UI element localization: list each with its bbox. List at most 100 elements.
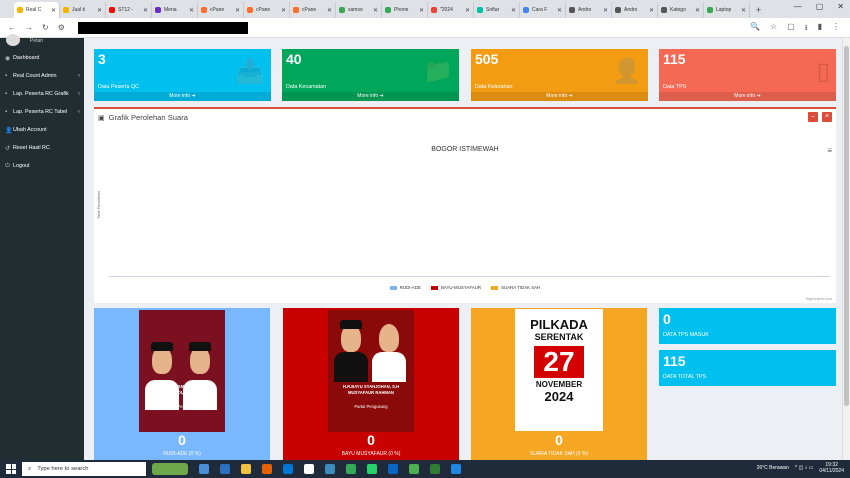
- taskbar-app-icon[interactable]: [199, 464, 209, 474]
- minimize-button[interactable]: —: [794, 2, 802, 11]
- legend-item[interactable]: RUDI-ADE: [389, 285, 421, 290]
- tab-close-icon[interactable]: ✕: [741, 7, 746, 14]
- tab-close-icon[interactable]: ✕: [281, 7, 286, 14]
- more-info-link[interactable]: More info ➔: [471, 92, 648, 101]
- legend-item[interactable]: BAYU-MUSYAFAUR: [430, 285, 481, 290]
- stat-box: 3 Data Peserta QC 📥 More info ➔: [94, 49, 271, 101]
- tab-close-icon[interactable]: ✕: [465, 7, 470, 14]
- taskbar-app-icon[interactable]: [409, 464, 419, 474]
- tab-close-icon[interactable]: ✕: [695, 7, 700, 14]
- collapse-button[interactable]: –: [808, 112, 818, 122]
- chart-menu-icon[interactable]: ≡: [827, 146, 832, 155]
- tab-close-icon[interactable]: ✕: [511, 7, 516, 14]
- taskbar-app-icon[interactable]: [388, 464, 398, 474]
- url-field-redacted[interactable]: [77, 21, 248, 34]
- browser-tab[interactable]: Mena ✕: [152, 2, 198, 18]
- tab-close-icon[interactable]: ✕: [97, 7, 102, 14]
- taskbar-app-icon[interactable]: [262, 464, 272, 474]
- toolbar-icon[interactable]: ⭳: [805, 22, 808, 36]
- tab-close-icon[interactable]: ✕: [603, 7, 608, 14]
- windows-start-icon[interactable]: [6, 464, 16, 474]
- scrollbar-thumb[interactable]: [844, 46, 849, 406]
- tray-icons[interactable]: ^ ◫ ♪ ▭: [795, 465, 813, 471]
- site-info-icon[interactable]: ⚙: [58, 23, 65, 32]
- remove-button[interactable]: ×: [822, 112, 832, 122]
- browser-tab[interactable]: Real C ✕: [14, 2, 60, 18]
- tab-close-icon[interactable]: ✕: [51, 7, 56, 14]
- tab-label: Phone: [394, 7, 409, 13]
- taskbar-app-icon[interactable]: [241, 464, 251, 474]
- maximize-button[interactable]: ▢: [816, 2, 824, 11]
- more-info-link[interactable]: More info ➔: [282, 92, 459, 101]
- sidebar-item[interactable]: ↺ Reset Hasil RC: [0, 139, 84, 157]
- tab-close-icon[interactable]: ✕: [419, 7, 424, 14]
- chevron-left-icon: ‹: [78, 73, 80, 79]
- taskbar-app-icon[interactable]: [304, 464, 314, 474]
- more-info-link[interactable]: More info ➔: [659, 92, 836, 101]
- tab-close-icon[interactable]: ✕: [189, 7, 194, 14]
- weather-text[interactable]: 26°C Berawan: [757, 465, 789, 471]
- sidebar-item-icon: ↺: [5, 145, 11, 152]
- tab-favicon-icon: [477, 7, 483, 13]
- toolbar-icon[interactable]: 🔍: [750, 22, 760, 36]
- search-highlight-image[interactable]: [152, 463, 188, 475]
- back-icon[interactable]: ←: [8, 23, 16, 32]
- browser-tab[interactable]: Andro ✕: [612, 2, 658, 18]
- taskbar-search-input[interactable]: ⌕ Type here to search: [22, 462, 146, 476]
- browser-tab[interactable]: Phone ✕: [382, 2, 428, 18]
- candidate-name: RUDI-ADE (0 %): [163, 451, 201, 457]
- new-tab-button[interactable]: +: [756, 5, 761, 15]
- tab-close-icon[interactable]: ✕: [327, 7, 332, 14]
- legend-item[interactable]: SUARA TIDAK SAH: [491, 285, 540, 290]
- legend-swatch: [491, 285, 499, 290]
- toolbar-icon[interactable]: ▢: [787, 22, 795, 36]
- taskbar-app-icon[interactable]: [367, 464, 377, 474]
- chart-icon: ▣: [98, 115, 105, 122]
- sidebar-item[interactable]: ⏻ Logout: [0, 157, 84, 175]
- toolbar-icon[interactable]: ☆: [770, 22, 777, 36]
- taskbar: ⌕ Type here to search: [0, 460, 850, 478]
- reload-icon[interactable]: ↻: [42, 23, 49, 32]
- toolbar-icon[interactable]: ▮: [818, 22, 822, 36]
- tab-close-icon[interactable]: ✕: [143, 7, 148, 14]
- browser-tab[interactable]: Laptop ✕: [704, 2, 750, 18]
- taskbar-app-icon[interactable]: [325, 464, 335, 474]
- browser-tab[interactable]: samso ✕: [336, 2, 382, 18]
- tab-close-icon[interactable]: ✕: [373, 7, 378, 14]
- taskbar-app-icon[interactable]: [220, 464, 230, 474]
- poster-name-line2: H. ADE RUHANDI, S.E (JARO ADE): [147, 390, 217, 395]
- forward-icon[interactable]: →: [25, 23, 33, 32]
- clock[interactable]: 19:32 04/11/2024: [819, 462, 844, 474]
- browser-tab[interactable]: Katego ✕: [658, 2, 704, 18]
- more-info-link[interactable]: More info ➔: [94, 92, 271, 101]
- browser-tab[interactable]: cPane ✕: [198, 2, 244, 18]
- browser-tab[interactable]: cPane ✕: [290, 2, 336, 18]
- toolbar-icon[interactable]: ⋮: [832, 22, 840, 36]
- page-scrollbar[interactable]: [842, 38, 850, 460]
- close-window-button[interactable]: ✕: [837, 2, 844, 11]
- browser-tab[interactable]: cPane ✕: [244, 2, 290, 18]
- chart-credit[interactable]: Highcharts.com: [806, 297, 832, 301]
- sidebar-item[interactable]: ▪ Lap. Peserta RC Tabel ‹: [0, 103, 84, 121]
- browser-tab[interactable]: "2024 ✕: [428, 2, 474, 18]
- taskbar-app-icon[interactable]: [283, 464, 293, 474]
- taskbar-app-icon[interactable]: [346, 464, 356, 474]
- sidebar-item[interactable]: 👤 Ubah Account: [0, 121, 84, 139]
- browser-tab[interactable]: Softar ✕: [474, 2, 520, 18]
- sidebar-item[interactable]: ▪ Lap. Peserta RC Grafik ‹: [0, 85, 84, 103]
- infobox-value: 115: [663, 353, 686, 369]
- sidebar-item[interactable]: ▪ Real Count Admin ‹: [0, 67, 84, 85]
- taskbar-app-icon[interactable]: [451, 464, 461, 474]
- browser-tab[interactable]: Jual ti ✕: [60, 2, 106, 18]
- sidebar-item[interactable]: ◉ Dashboard: [0, 49, 84, 67]
- candidate-name: SUARA TIDAK SAH (0 %): [530, 451, 588, 457]
- infobox-tps-masuk: 0 DATA TPS MASUK: [659, 308, 836, 344]
- tab-close-icon[interactable]: ✕: [557, 7, 562, 14]
- tab-favicon-icon: [707, 7, 713, 13]
- browser-tab[interactable]: Cara F ✕: [520, 2, 566, 18]
- taskbar-app-icon[interactable]: [430, 464, 440, 474]
- browser-tab[interactable]: ST12 - ✕: [106, 2, 152, 18]
- browser-tab[interactable]: Andro ✕: [566, 2, 612, 18]
- tab-close-icon[interactable]: ✕: [649, 7, 654, 14]
- tab-close-icon[interactable]: ✕: [235, 7, 240, 14]
